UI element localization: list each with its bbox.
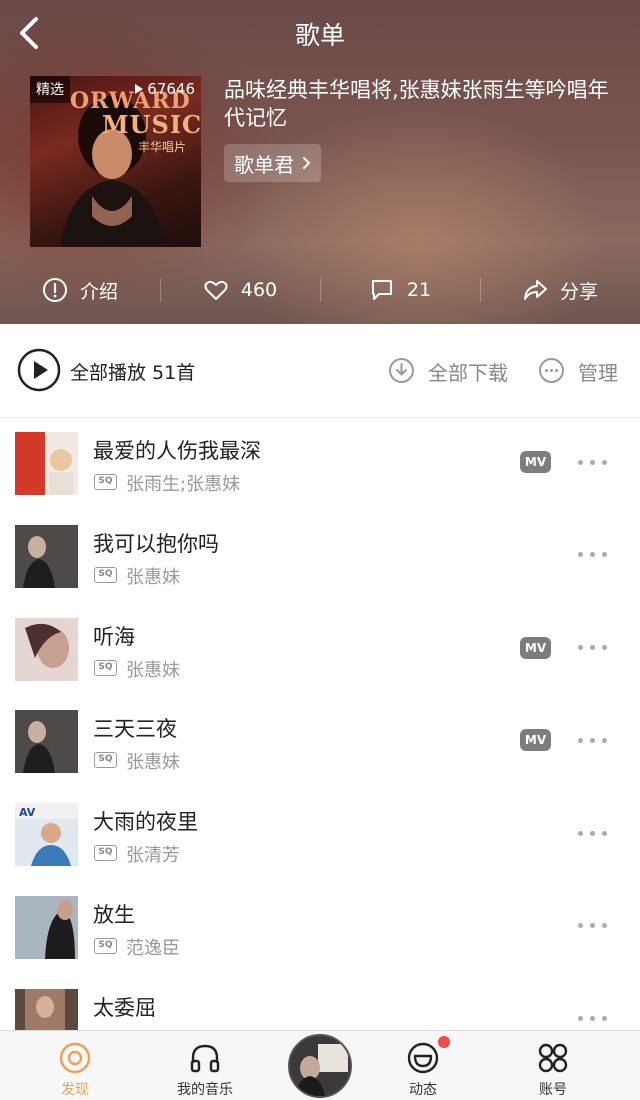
play-all-button[interactable]: 全部播放 51首	[70, 358, 195, 385]
more-icon[interactable]	[573, 823, 611, 843]
song-artist: 张雨生;张惠妹	[126, 474, 241, 495]
song-thumbnail	[15, 988, 78, 1030]
play-count: 67646	[135, 80, 195, 98]
play-all-icon[interactable]	[17, 348, 61, 392]
notification-dot	[438, 1036, 450, 1048]
song-thumbnail	[15, 432, 78, 495]
sq-badge: SQ	[94, 845, 117, 862]
song-row[interactable]: 听海 SQ 张惠妹 MV	[0, 604, 640, 697]
song-thumbnail	[15, 895, 78, 959]
song-title: 我可以抱你吗	[93, 531, 219, 556]
playlist-cover[interactable]: ORWARD MUSIC 丰华唱片 精选 67646	[30, 76, 201, 247]
page-title: 歌单	[294, 21, 345, 50]
song-row[interactable]: 最爱的人伤我最深 SQ 张雨生;张惠妹 MV	[0, 418, 640, 511]
share-label: 分享	[559, 280, 598, 303]
activity-icon	[407, 1042, 439, 1074]
cover-text: 丰华唱片	[138, 140, 187, 154]
playlist-header: 歌单 ORWARD MUSIC 丰华唱片 精选 67646 品味经典丰华唱将,张…	[0, 0, 640, 324]
svg-text:AV: AV	[19, 806, 36, 819]
tab-my-music[interactable]: 我的音乐	[141, 1031, 269, 1100]
song-thumbnail	[15, 524, 78, 588]
song-title: 大雨的夜里	[93, 810, 198, 835]
manage-button[interactable]: 管理	[578, 357, 618, 386]
song-artist: 张清芳	[126, 845, 180, 867]
featured-badge: 精选	[30, 76, 70, 103]
song-row[interactable]: 我可以抱你吗 SQ 张惠妹	[0, 511, 640, 604]
tab-label: 发现	[61, 1082, 89, 1098]
song-title: 放生	[93, 902, 135, 927]
nav-bar: 歌单	[0, 0, 640, 68]
song-title: 听海	[93, 624, 135, 649]
share-icon	[523, 280, 547, 300]
tab-label: 账号	[539, 1082, 567, 1098]
more-icon[interactable]	[573, 1009, 611, 1029]
intro-button[interactable]: 介绍	[0, 268, 160, 312]
creator-name: 歌单君	[234, 152, 294, 177]
tab-label: 我的音乐	[177, 1082, 233, 1098]
song-artist: 张惠妹	[126, 566, 180, 588]
song-title: 最爱的人伤我最深	[93, 439, 261, 463]
mv-button[interactable]: MV	[520, 451, 551, 473]
comment-icon	[371, 280, 392, 300]
discover-icon	[59, 1042, 91, 1074]
playlist-description[interactable]: 品味经典丰华唱将,张惠妹张雨生等吟唱年代记忆	[224, 76, 620, 132]
info-icon	[42, 278, 67, 302]
tab-activity[interactable]: 动态	[359, 1031, 487, 1100]
sq-badge: SQ	[94, 752, 117, 769]
account-grid-icon	[538, 1043, 568, 1073]
more-icon[interactable]	[573, 730, 611, 750]
creator-button[interactable]: 歌单君	[224, 144, 321, 182]
play-count-value: 67646	[147, 80, 195, 98]
song-artist: 张惠妹	[126, 659, 180, 681]
intro-label: 介绍	[79, 280, 118, 303]
sq-badge: SQ	[94, 937, 117, 954]
like-count: 460	[240, 279, 278, 301]
more-icon[interactable]	[573, 545, 611, 565]
song-row[interactable]: 三天三夜 SQ 张惠妹 MV	[0, 696, 640, 789]
mv-button[interactable]: MV	[520, 729, 551, 752]
manage-icon[interactable]	[538, 357, 565, 384]
song-thumbnail	[15, 617, 78, 681]
tab-account[interactable]: 账号	[489, 1031, 617, 1100]
download-icon[interactable]	[388, 357, 415, 384]
song-artist: 范逸臣	[126, 937, 180, 959]
cover-text: MUSIC	[102, 110, 201, 139]
song-thumbnail: AV	[15, 803, 78, 867]
song-row[interactable]: 太委屈	[0, 975, 640, 1030]
sq-badge: SQ	[94, 474, 117, 490]
headphones-icon	[190, 1044, 220, 1073]
mv-button[interactable]: MV	[520, 636, 551, 659]
sq-badge: SQ	[94, 566, 117, 583]
heart-icon	[204, 280, 228, 300]
download-all-button[interactable]: 全部下载	[428, 357, 508, 386]
tab-label: 动态	[409, 1082, 437, 1098]
tab-discover[interactable]: 发现	[11, 1031, 139, 1100]
play-triangle-icon	[135, 84, 144, 94]
more-icon[interactable]	[573, 638, 611, 658]
song-artist: 张惠妹	[126, 752, 180, 774]
sq-badge: SQ	[94, 659, 117, 676]
now-playing-disc[interactable]	[288, 1034, 352, 1098]
like-button[interactable]: 460	[160, 268, 320, 312]
song-title: 三天三夜	[93, 717, 177, 742]
comment-button[interactable]: 21	[320, 268, 480, 312]
share-button[interactable]: 分享	[480, 268, 640, 312]
chevron-right-icon	[303, 157, 310, 169]
song-list: 最爱的人伤我最深 SQ 张雨生;张惠妹 MV 我可以抱你吗 SQ 张惠妹 听海 …	[0, 418, 640, 1030]
more-icon[interactable]	[573, 452, 611, 472]
song-row[interactable]: 放生 SQ 范逸臣	[0, 882, 640, 975]
comment-count: 21	[406, 279, 432, 301]
song-row[interactable]: AV 大雨的夜里 SQ 张清芳	[0, 789, 640, 882]
playlist-actions: 介绍 460 21 分享	[0, 268, 640, 312]
more-icon[interactable]	[573, 916, 611, 936]
song-thumbnail	[15, 710, 78, 774]
song-title: 太委屈	[93, 995, 156, 1020]
